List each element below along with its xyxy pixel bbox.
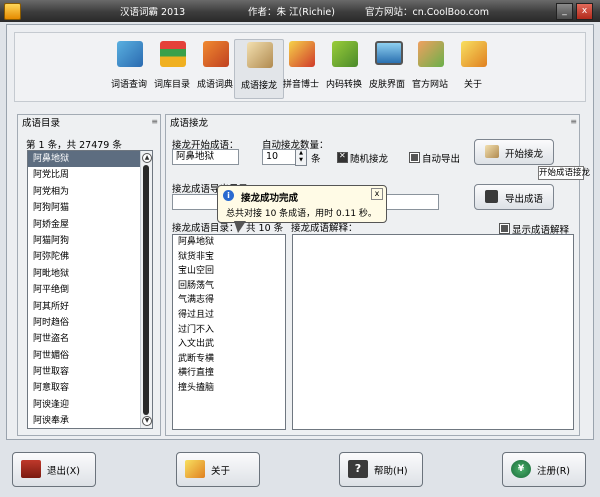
catalog-item[interactable]: 阿党相为 [28, 184, 152, 200]
grip-icon: ≡ [151, 117, 158, 126]
catalog-item[interactable]: 阿狗阿猫 [28, 200, 152, 216]
catalog-item[interactable]: 阿鼻地狱 [28, 151, 152, 168]
result-item[interactable]: 武断专横 [173, 352, 285, 367]
catalog-scrollbar[interactable]: ▲ ▼ [140, 151, 152, 428]
chain-panel: 成语接龙 ≡ 接龙开始成语： 阿鼻地狱 自动接龙数量： 10 ▲▼ 条 随机接龙… [165, 114, 590, 436]
export-button[interactable]: 导出成语 [474, 184, 554, 210]
count-spinner[interactable]: ▲ ▼ [295, 149, 307, 166]
catalog-count: 第 1 条，共 27479 条 [26, 140, 122, 151]
floppy-icon [485, 190, 498, 203]
tool-label: 关于 [463, 80, 482, 90]
result-item[interactable]: 气满志得 [173, 293, 285, 308]
exit-label: 退出(X) [47, 466, 80, 477]
register-button[interactable]: ¥ 注册(R) [502, 452, 586, 487]
success-balloon: i 接龙成功完成 x 总共对接 10 条成语，用时 0.11 秒。 [217, 185, 387, 233]
catalog-item[interactable]: 阿猫阿狗 [28, 233, 152, 249]
catalog-list[interactable]: 阿鼻地狱 阿党比周 阿党相为 阿狗阿猫 阿娇金屋 阿猫阿狗 阿弥陀佛 阿毗地狱 阿平绝倒 阿其所好… [27, 150, 153, 429]
result-item[interactable]: 过门不入 [173, 323, 285, 338]
start-chain-label: 开始接龙 [505, 149, 544, 160]
scroll-down-icon[interactable]: ▼ [142, 416, 152, 426]
random-chain-checkbox[interactable] [337, 151, 348, 163]
explanation-box[interactable] [292, 234, 574, 430]
toolbar: 词语查询 词库目录 成语词典 成语接龙 拼音博士 内码转换 皮肤界面 官方网站 … [14, 32, 586, 102]
app-icon [4, 3, 21, 20]
info-icon: i [223, 190, 234, 201]
catalog-title: 成语目录 [22, 118, 61, 129]
tooltip: 开始成语接龙 [538, 166, 591, 180]
balloon-title: 接龙成功完成 [241, 193, 299, 204]
catalog-item[interactable]: 阿娇金屋 [28, 217, 152, 233]
count-unit: 条 [311, 154, 321, 165]
start-idiom-input[interactable]: 阿鼻地狱 [172, 149, 239, 165]
tool-about[interactable]: 关于 [449, 39, 497, 97]
about-label: 关于 [211, 466, 231, 477]
scroll-thumb[interactable] [143, 165, 149, 415]
grip-icon: ≡ [570, 117, 577, 126]
catalog-item[interactable]: 阿世媚俗 [28, 348, 152, 364]
abc-blocks-icon [203, 41, 229, 67]
result-item[interactable]: 撞头搕脑 [173, 381, 285, 396]
title-bar[interactable]: 汉语词霸 2013 作者：朱 江(Richie) 官方网站：cn.CoolBoo… [0, 0, 600, 22]
yen-icon: ¥ [511, 460, 531, 478]
random-chain-label: 随机接龙 [350, 154, 389, 165]
scroll-up-icon[interactable]: ▲ [142, 153, 152, 163]
close-button[interactable]: x [576, 3, 593, 20]
scroll-brush-icon [247, 42, 273, 68]
monitor-icon [375, 41, 403, 65]
chain-title: 成语接龙 [170, 118, 209, 129]
about-button[interactable]: 关于 [176, 452, 260, 487]
auto-count-input[interactable]: 10 [262, 149, 297, 165]
auto-export-checkbox[interactable] [409, 152, 420, 163]
help-label: 帮助(H) [374, 466, 408, 477]
catalog-item[interactable]: 阿平绝倒 [28, 282, 152, 298]
result-item[interactable]: 阿鼻地狱 [173, 235, 285, 250]
result-item[interactable]: 回肠荡气 [173, 279, 285, 294]
website-text: 官方网站：cn.CoolBoo.com [365, 7, 489, 18]
result-item[interactable]: 得过且过 [173, 308, 285, 323]
keys-icon [332, 41, 358, 67]
catalog-item[interactable]: 阿其所好 [28, 299, 152, 315]
catalog-item[interactable]: 阿弥陀佛 [28, 249, 152, 265]
exit-door-icon [21, 460, 41, 478]
catalog-item[interactable]: 阿毗地狱 [28, 266, 152, 282]
show-explain-checkbox[interactable] [499, 223, 510, 234]
catalog-item[interactable]: 阿谀逢迎 [28, 397, 152, 413]
letters-pen-icon [289, 41, 315, 67]
result-item[interactable]: 横行直撞 [173, 366, 285, 381]
house-icon [418, 41, 444, 67]
catalog-item[interactable]: 阿党比周 [28, 167, 152, 183]
about-icon [185, 460, 205, 478]
balloon-tail [234, 221, 246, 233]
books-icon [117, 41, 143, 67]
balloon-message: 总共对接 10 条成语，用时 0.11 秒。 [226, 209, 377, 219]
catalog-item[interactable]: 阿世盗名 [28, 331, 152, 347]
help-button[interactable]: ? 帮助(H) [339, 452, 423, 487]
result-item[interactable]: 宝山空回 [173, 264, 285, 279]
help-pencil-icon [461, 41, 487, 67]
author-text: 作者：朱 江(Richie) [248, 7, 335, 18]
help-question-icon: ? [348, 460, 368, 478]
register-label: 注册(R) [537, 466, 571, 477]
scroll-brush-icon [485, 145, 499, 158]
catalog-item[interactable]: 阿时趋俗 [28, 315, 152, 331]
window-title: 汉语词霸 2013 [120, 7, 186, 18]
auto-export-label: 自动导出 [422, 154, 461, 165]
exit-button[interactable]: 退出(X) [12, 452, 96, 487]
start-chain-button[interactable]: 开始接龙 [474, 139, 554, 165]
balloon-close-button[interactable]: x [371, 188, 383, 200]
catalog-item[interactable]: 阿谀奉承 [28, 413, 152, 428]
result-item[interactable]: 入文出武 [173, 337, 285, 352]
catalog-panel: 成语目录 ≡ 第 1 条，共 27479 条 阿鼻地狱 阿党比周 阿党相为 阿狗阿猫阿… [17, 114, 161, 436]
export-label: 导出成语 [505, 194, 544, 205]
result-list[interactable]: 阿鼻地狱 狱货非宝 宝山空回 回肠荡气 气满志得 得过且过 过门不入 入文出武 武断专横 横行直撞… [172, 234, 286, 430]
stacked-books-icon [160, 41, 186, 67]
catalog-item[interactable]: 阿世取容 [28, 364, 152, 380]
minimize-button[interactable]: _ [556, 3, 573, 20]
catalog-item[interactable]: 阿意取容 [28, 380, 152, 396]
result-item[interactable]: 狱货非宝 [173, 250, 285, 265]
